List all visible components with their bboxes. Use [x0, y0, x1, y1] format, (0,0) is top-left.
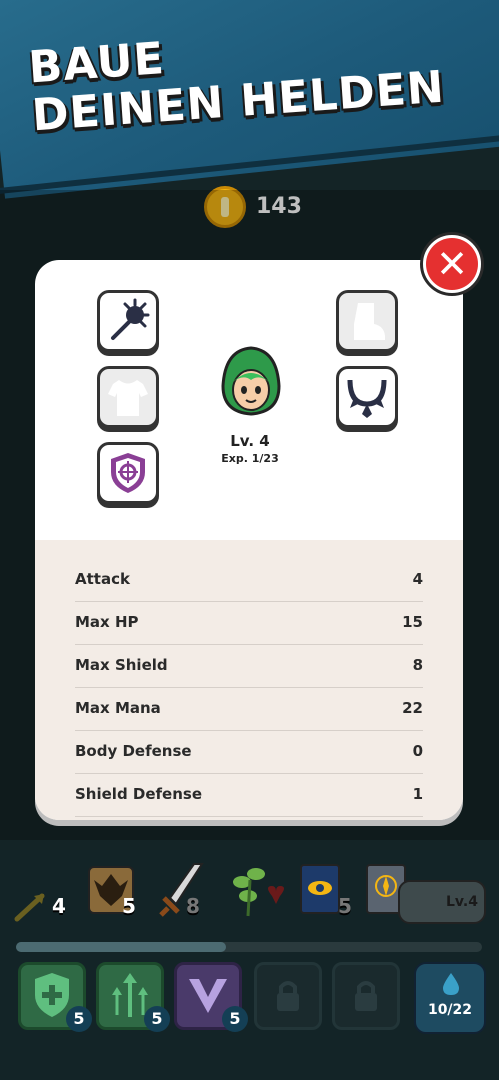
- hero-exp: Exp. 1/23: [221, 452, 279, 465]
- stat-value: 4: [412, 570, 423, 588]
- sword-stat: 8: [186, 894, 200, 918]
- hero-avatar: [219, 346, 283, 418]
- lock-icon: [355, 981, 377, 1011]
- boots-slot[interactable]: [336, 290, 398, 352]
- eye-book-count: 5: [338, 894, 352, 918]
- stat-row-max-shield: Max Shield 8: [75, 644, 423, 688]
- close-icon: ✕: [426, 238, 478, 290]
- stat-label: Max Mana: [75, 699, 161, 717]
- stats-list[interactable]: Attack 4 Max HP 15 Max Shield 8 Max Mana…: [35, 540, 463, 820]
- attack-stat: 4: [52, 894, 66, 918]
- stat-row-max-mana: Max Mana 22: [75, 687, 423, 731]
- mana-cost-badge: 5: [66, 1006, 92, 1032]
- weapon-slot[interactable]: [97, 290, 159, 352]
- shield-slot[interactable]: [97, 442, 159, 504]
- locked-slot: [332, 962, 400, 1030]
- stat-row-body-defense: Body Defense 0: [75, 730, 423, 774]
- locked-slot: [254, 962, 322, 1030]
- mace-icon: [111, 298, 150, 340]
- exp-progress-bar: [16, 942, 482, 952]
- stat-value: 22: [402, 699, 423, 717]
- stat-label: Attack: [75, 570, 130, 588]
- stat-row-max-hp: Max HP 15: [75, 601, 423, 645]
- exp-progress-fill: [16, 942, 226, 952]
- mana-indicator: 10/22: [414, 962, 486, 1034]
- stat-value: 1: [412, 785, 423, 803]
- stat-value: 15: [402, 613, 423, 631]
- stat-row-attack: Attack 4: [75, 558, 423, 602]
- stat-label: Max Shield: [75, 656, 168, 674]
- phoenix-card-count: 5: [122, 894, 136, 918]
- mana-drop-icon: [443, 973, 459, 995]
- shield-icon: [111, 453, 145, 493]
- close-button[interactable]: ✕: [420, 232, 484, 296]
- lock-icon: [277, 981, 299, 1011]
- stat-label: Shield Defense: [75, 785, 203, 803]
- shirt-icon: [108, 380, 148, 416]
- boot-icon: [354, 303, 385, 340]
- stat-value: 8: [412, 656, 423, 674]
- stat-value: 0: [412, 742, 423, 760]
- level-button-label: Lv.4: [446, 894, 478, 910]
- herb-heart-icon[interactable]: [228, 862, 292, 924]
- stat-row-shield-defense: Shield Defense 1: [75, 773, 423, 817]
- hero-modal: Lv. 4 Exp. 1/23 Attack 4 Max HP 15 Max S…: [35, 260, 463, 820]
- bow-arrow-icon: [14, 892, 48, 926]
- amulet-icon: [347, 379, 387, 418]
- hero-level: Lv. 4: [230, 432, 270, 450]
- stat-label: Max HP: [75, 613, 139, 631]
- eye-book-icon[interactable]: [300, 864, 340, 914]
- armor-slot[interactable]: [97, 366, 159, 428]
- level-button[interactable]: Lv.4: [398, 880, 486, 924]
- stat-label: Body Defense: [75, 742, 192, 760]
- mana-label: 10/22: [427, 1002, 473, 1018]
- amulet-slot[interactable]: [336, 366, 398, 428]
- mana-cost-badge: 5: [144, 1006, 170, 1032]
- mana-cost-badge: 5: [222, 1006, 248, 1032]
